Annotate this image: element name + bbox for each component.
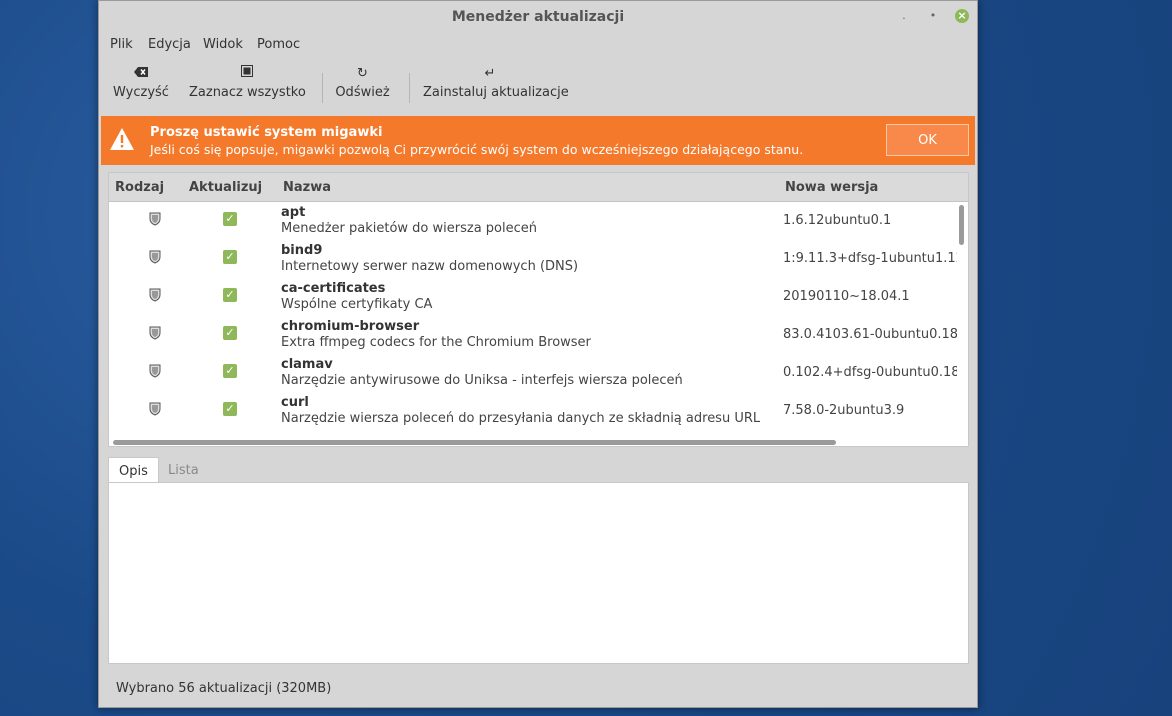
column-header-name[interactable]: Nazwa xyxy=(283,180,331,195)
menu-help[interactable]: Pomoc xyxy=(257,37,300,52)
refresh-label: Odśwież xyxy=(335,85,390,100)
menu-file[interactable]: Plik xyxy=(110,37,133,52)
table-row[interactable]: ✓ ca-certificates Wspólne certyfikaty CA… xyxy=(109,277,957,315)
description-pane xyxy=(108,482,969,664)
tab-changelog[interactable]: Lista zmian xyxy=(158,457,217,506)
ok-button[interactable]: OK xyxy=(886,124,969,156)
clear-button[interactable]: Wyczyść xyxy=(111,63,171,111)
package-version: 1.6.12ubuntu0.1 xyxy=(783,213,892,228)
toolbar-separator xyxy=(409,73,410,103)
package-description: Extra ffmpeg codecs for the Chromium Bro… xyxy=(281,335,591,350)
status-bar-text: Wybrano 56 aktualizacji (320MB) xyxy=(116,681,332,696)
refresh-icon: ↻ xyxy=(357,66,368,81)
update-checkbox[interactable]: ✓ xyxy=(223,288,237,302)
update-checkbox[interactable]: ✓ xyxy=(223,402,237,416)
menu-view[interactable]: Widok xyxy=(203,37,243,52)
update-checkbox[interactable]: ✓ xyxy=(223,364,237,378)
window-title: Menedżer aktualizacji xyxy=(451,9,625,25)
column-header-update[interactable]: Aktualizuj xyxy=(189,180,262,195)
security-shield-icon xyxy=(149,288,161,302)
update-checkbox[interactable]: ✓ xyxy=(223,326,237,340)
package-rows: ✓ apt Menedżer pakietów do wiersza polec… xyxy=(109,201,957,433)
package-description: Narzędzie wiersza poleceń do przesyłania… xyxy=(281,411,761,426)
package-version: 20190110~18.04.1 xyxy=(783,289,910,304)
update-checkbox[interactable]: ✓ xyxy=(223,212,237,226)
clear-label: Wyczyść xyxy=(113,85,169,100)
return-icon: ↵ xyxy=(484,66,496,81)
maximize-icon[interactable]: • xyxy=(926,9,940,23)
backspace-icon xyxy=(111,63,171,85)
close-icon[interactable]: × xyxy=(955,9,969,23)
package-name: clamav xyxy=(281,357,333,372)
list-header: Rodzaj Aktualizuj Nazwa Nowa wersja xyxy=(109,173,968,202)
select-all-button[interactable]: Zaznacz wszystko xyxy=(189,63,306,111)
security-shield-icon xyxy=(149,402,161,416)
snapshot-warning-banner: Proszę ustawić system migawki Jeśli coś … xyxy=(101,116,975,165)
package-version: 0.102.4+dfsg-0ubuntu0.18.04. xyxy=(783,365,957,380)
install-updates-label: Zainstaluj aktualizacje xyxy=(423,85,569,100)
menu-edit[interactable]: Edycja xyxy=(148,37,191,52)
table-row[interactable]: ✓ chromium-browser Extra ffmpeg codecs f… xyxy=(109,315,957,353)
package-name: ca-certificates xyxy=(281,281,386,296)
tab-description[interactable]: Opis xyxy=(108,457,159,483)
package-version: 1:9.11.3+dfsg-1ubuntu1.12 xyxy=(783,251,957,266)
toolbar: Wyczyść Zaznacz wszystko ↻ Odśwież ↵ Zai… xyxy=(99,63,977,111)
warning-icon xyxy=(110,128,134,150)
toolbar-separator xyxy=(322,73,323,103)
update-checkbox[interactable]: ✓ xyxy=(223,250,237,264)
security-shield-icon xyxy=(149,250,161,264)
table-row[interactable]: ✓ bind9 Internetowy serwer nazw domenowy… xyxy=(109,239,957,277)
package-version: 83.0.4103.61-0ubuntu0.18.04. xyxy=(783,327,957,342)
titlebar[interactable]: Menedżer aktualizacji ․ • × xyxy=(99,1,977,33)
minimize-icon[interactable]: ․ xyxy=(897,9,911,23)
select-all-icon xyxy=(189,63,305,85)
security-shield-icon xyxy=(149,326,161,340)
table-row[interactable]: ✓ clamav Narzędzie antywirusowe do Uniks… xyxy=(109,353,957,391)
install-updates-button[interactable]: ↵ Zainstaluj aktualizacje xyxy=(423,63,569,111)
updates-list: Rodzaj Aktualizuj Nazwa Nowa wersja ✓ ap… xyxy=(108,172,969,447)
package-name: chromium-browser xyxy=(281,319,420,334)
horizontal-scrollbar[interactable] xyxy=(113,440,836,445)
column-header-kind[interactable]: Rodzaj xyxy=(115,180,164,195)
banner-title: Proszę ustawić system migawki xyxy=(150,125,383,140)
security-shield-icon xyxy=(149,212,161,226)
package-name: curl xyxy=(281,395,309,410)
security-shield-icon xyxy=(149,364,161,378)
table-row[interactable]: ✓ apt Menedżer pakietów do wiersza polec… xyxy=(109,201,957,239)
package-description: Internetowy serwer nazw domenowych (DNS) xyxy=(281,259,579,274)
banner-message: Jeśli coś się popsuje, migawki pozwolą C… xyxy=(150,142,804,157)
package-name: apt xyxy=(281,205,306,220)
package-description: Wspólne certyfikaty CA xyxy=(281,297,433,312)
package-name: bind9 xyxy=(281,243,323,258)
vertical-scrollbar[interactable] xyxy=(959,205,964,245)
update-manager-window: Menedżer aktualizacji ․ • × Plik Edycja … xyxy=(98,0,978,708)
package-description: Narzędzie antywirusowe do Uniksa - inter… xyxy=(281,373,683,388)
table-row[interactable]: ✓ curl Narzędzie wiersza poleceń do prze… xyxy=(109,391,957,429)
column-header-version[interactable]: Nowa wersja xyxy=(785,180,878,195)
select-all-label: Zaznacz wszystko xyxy=(189,85,306,100)
refresh-button[interactable]: ↻ Odśwież xyxy=(335,63,390,111)
package-description: Menedżer pakietów do wiersza poleceń xyxy=(281,221,537,236)
package-version: 7.58.0-2ubuntu3.9 xyxy=(783,403,905,418)
